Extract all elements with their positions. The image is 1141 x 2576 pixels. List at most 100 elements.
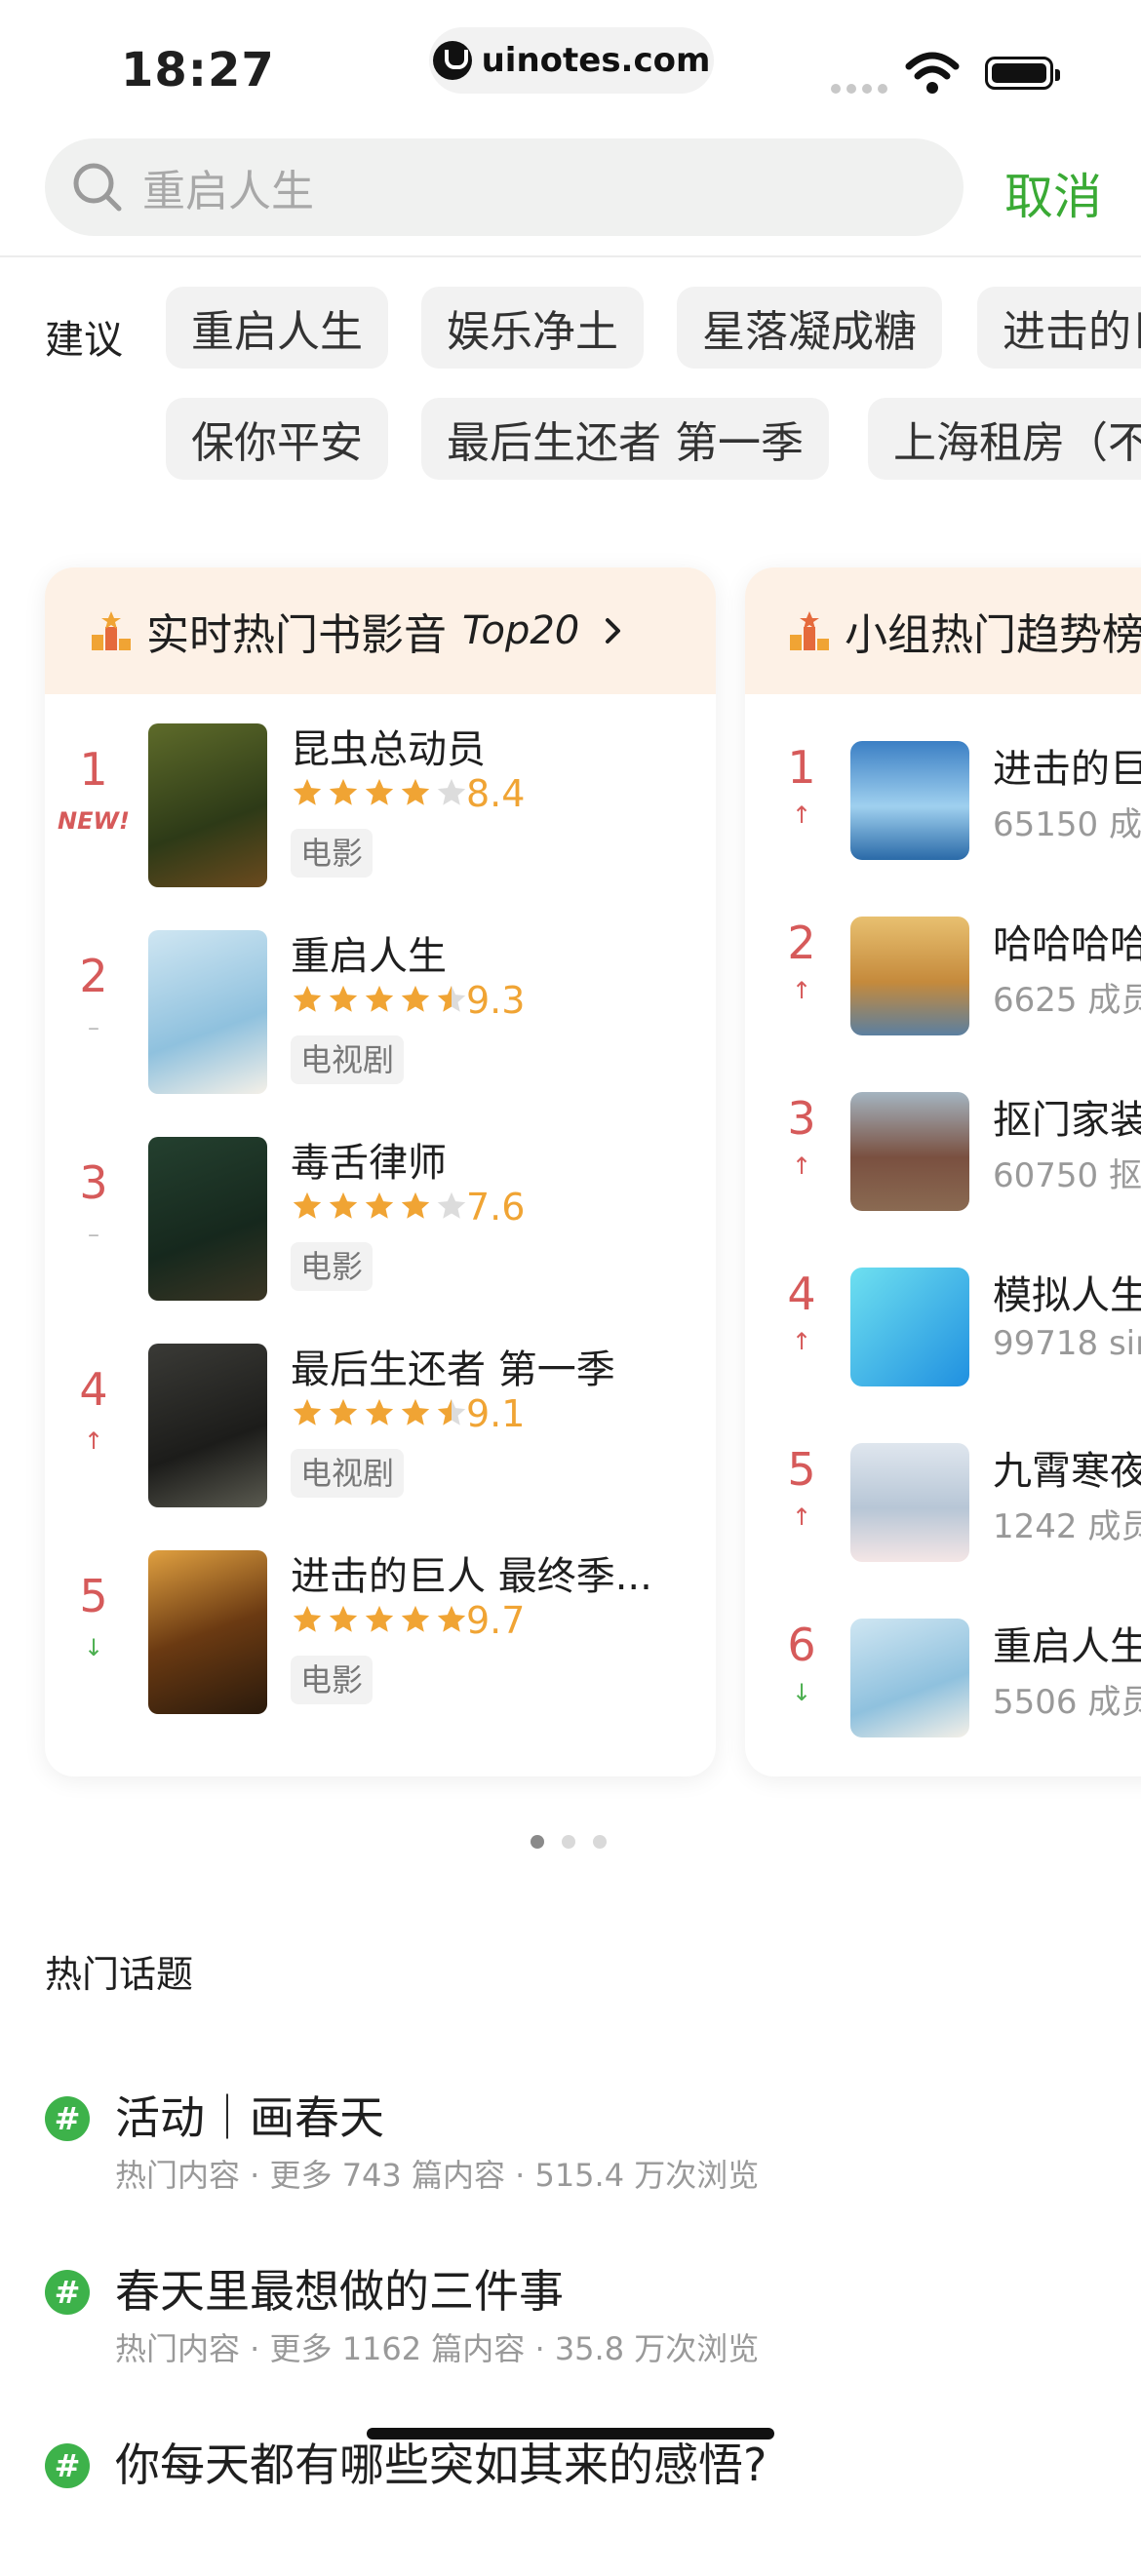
star-icon xyxy=(365,1605,394,1632)
star-icon xyxy=(329,985,358,1012)
media-rank-item[interactable]: 3 – 毒舌律师 7.6 电影 xyxy=(45,1137,716,1322)
topic-title: 春天里最想做的三件事 xyxy=(115,2265,564,2318)
poster-thumbnail[interactable] xyxy=(148,930,267,1094)
group-member-count: 99718 sim xyxy=(993,1324,1141,1363)
rank-trend-badge: ↑ xyxy=(83,1427,104,1455)
star-icon xyxy=(365,1191,394,1219)
carousel-dots[interactable] xyxy=(531,1835,607,1849)
group-rank-item[interactable]: 3 ↑ 抠门家装 60750 抠门 xyxy=(745,1092,1141,1277)
media-title: 毒舌律师 xyxy=(291,1141,447,1186)
media-rank-item[interactable]: 1 NEW! 昆虫总动员 8.4 电影 xyxy=(45,723,716,909)
topic-meta: 热门内容 · 更多 743 篇内容 · 515.4 万次浏览 xyxy=(115,2157,760,2194)
rating-score: 9.1 xyxy=(466,1392,526,1435)
search-placeholder: 重启人生 xyxy=(142,167,314,216)
rank-number: 3 xyxy=(79,1156,108,1209)
battery-icon xyxy=(985,57,1060,90)
group-rank-item[interactable]: 5 ↑ 九霄寒夜 1242 成员 xyxy=(745,1443,1141,1628)
rating-stars xyxy=(291,1603,468,1638)
group-rank-item[interactable]: 4 ↑ 模拟人生 99718 sim xyxy=(745,1268,1141,1453)
group-thumbnail[interactable] xyxy=(850,1268,969,1386)
suggestion-chip[interactable]: 进击的巨人 xyxy=(977,287,1141,369)
hot-groups-header[interactable]: 小组热门趋势榜 xyxy=(745,567,1141,694)
rank-trend-badge: – xyxy=(88,1221,99,1248)
suggestion-chip[interactable]: 上海租房（不 xyxy=(868,398,1141,480)
media-rank-item[interactable]: 5 ↓ 进击的巨人 最终季... 9.7 电影 xyxy=(45,1550,716,1736)
divider xyxy=(0,255,1141,257)
group-rank-item[interactable]: 2 ↑ 哈哈哈哈 6625 成员 xyxy=(745,917,1141,1102)
rank-number: 4 xyxy=(79,1363,108,1416)
cancel-button[interactable]: 取消 xyxy=(1004,158,1102,228)
group-member-count: 60750 抠门 xyxy=(993,1156,1141,1195)
topic-item[interactable]: # 春天里最想做的三件事 热门内容 · 更多 1162 篇内容 · 35.8 万… xyxy=(45,2256,1118,2402)
group-member-count: 65150 成员 xyxy=(993,805,1141,844)
carousel-dot[interactable] xyxy=(562,1835,575,1849)
topic-item[interactable]: # 你每天都有哪些突如其来的感悟? xyxy=(45,2430,1118,2576)
group-member-count: 1242 成员 xyxy=(993,1507,1141,1546)
site-logo-icon xyxy=(432,41,472,80)
hot-groups-card: 小组热门趋势榜 1 ↑ 进击的巨人 65150 成员 2 ↑ 哈哈哈哈 6625 成员 3 ↑ 抠门… xyxy=(745,567,1141,1776)
suggestions-label: 建议 xyxy=(45,318,123,363)
rating-score: 9.3 xyxy=(466,979,526,1022)
star-icon xyxy=(437,1605,466,1632)
podium-icon xyxy=(790,611,829,650)
hashtag-icon: # xyxy=(45,2270,90,2315)
star-icon xyxy=(437,1398,466,1425)
hot-media-title-suffix: Top20 xyxy=(462,608,580,653)
star-icon xyxy=(365,985,394,1012)
group-thumbnail[interactable] xyxy=(850,917,969,1035)
group-rank-item[interactable]: 6 ↓ 重启人生 5506 成员 xyxy=(745,1619,1141,1776)
chevron-right-icon xyxy=(606,618,621,644)
media-rank-item[interactable]: 4 ↑ 最后生还者 第一季 9.1 电视剧 xyxy=(45,1344,716,1529)
media-rank-item[interactable]: 2 – 重启人生 9.3 电视剧 xyxy=(45,930,716,1115)
suggestion-chip[interactable]: 保你平安 xyxy=(166,398,388,480)
rank-number: 1 xyxy=(79,743,108,796)
suggestion-chip[interactable]: 星落凝成糖 xyxy=(677,287,942,369)
media-title: 昆虫总动员 xyxy=(291,727,486,772)
poster-thumbnail[interactable] xyxy=(148,1550,267,1714)
star-icon xyxy=(401,1398,430,1425)
star-icon xyxy=(401,1191,430,1219)
suggestion-chip[interactable]: 娱乐净土 xyxy=(421,287,644,369)
search-icon xyxy=(73,163,122,212)
poster-thumbnail[interactable] xyxy=(148,1344,267,1507)
rank-trend-badge: ↓ xyxy=(83,1634,104,1661)
rating-score: 7.6 xyxy=(466,1186,526,1229)
rank-number: 4 xyxy=(787,1268,816,1320)
search-input[interactable]: 重启人生 xyxy=(45,138,964,236)
media-title: 重启人生 xyxy=(291,934,447,979)
star-icon xyxy=(401,985,430,1012)
rank-trend-badge: ↑ xyxy=(791,977,812,1004)
poster-thumbnail[interactable] xyxy=(148,1137,267,1301)
hot-media-header[interactable]: 实时热门书影音 Top20 xyxy=(45,567,716,694)
suggestion-chip[interactable]: 重启人生 xyxy=(166,287,388,369)
group-rank-item[interactable]: 1 ↑ 进击的巨人 65150 成员 xyxy=(745,741,1141,926)
rating-stars xyxy=(291,983,468,1018)
status-time: 18:27 xyxy=(121,43,275,98)
star-icon xyxy=(293,985,322,1012)
group-title: 抠门家装 xyxy=(993,1098,1141,1143)
media-type-tag: 电影 xyxy=(291,1656,374,1704)
group-thumbnail[interactable] xyxy=(850,1619,969,1737)
group-member-count: 5506 成员 xyxy=(993,1683,1141,1722)
carousel-dot[interactable] xyxy=(531,1835,544,1849)
podium-icon xyxy=(92,611,131,650)
poster-thumbnail[interactable] xyxy=(148,723,267,887)
hot-media-title: 实时热门书影音 xyxy=(146,610,447,660)
star-icon xyxy=(293,1398,322,1425)
group-title: 模拟人生 xyxy=(993,1273,1141,1318)
rank-trend-badge: – xyxy=(88,1014,99,1041)
rating-score: 8.4 xyxy=(466,772,526,815)
group-thumbnail[interactable] xyxy=(850,1443,969,1562)
url-pill[interactable]: uinotes.com xyxy=(429,27,714,94)
star-icon xyxy=(293,1191,322,1219)
carousel-dot[interactable] xyxy=(593,1835,607,1849)
rank-trend-badge: ↓ xyxy=(791,1679,812,1706)
rank-number: 2 xyxy=(79,950,108,1002)
star-icon xyxy=(329,1191,358,1219)
rank-number: 5 xyxy=(787,1443,816,1496)
suggestion-chip[interactable]: 最后生还者 第一季 xyxy=(421,398,829,480)
group-thumbnail[interactable] xyxy=(850,741,969,860)
rank-trend-badge: ↑ xyxy=(791,1328,812,1355)
topic-item[interactable]: # 活动｜画春天 热门内容 · 更多 743 篇内容 · 515.4 万次浏览 xyxy=(45,2083,1118,2229)
group-thumbnail[interactable] xyxy=(850,1092,969,1211)
